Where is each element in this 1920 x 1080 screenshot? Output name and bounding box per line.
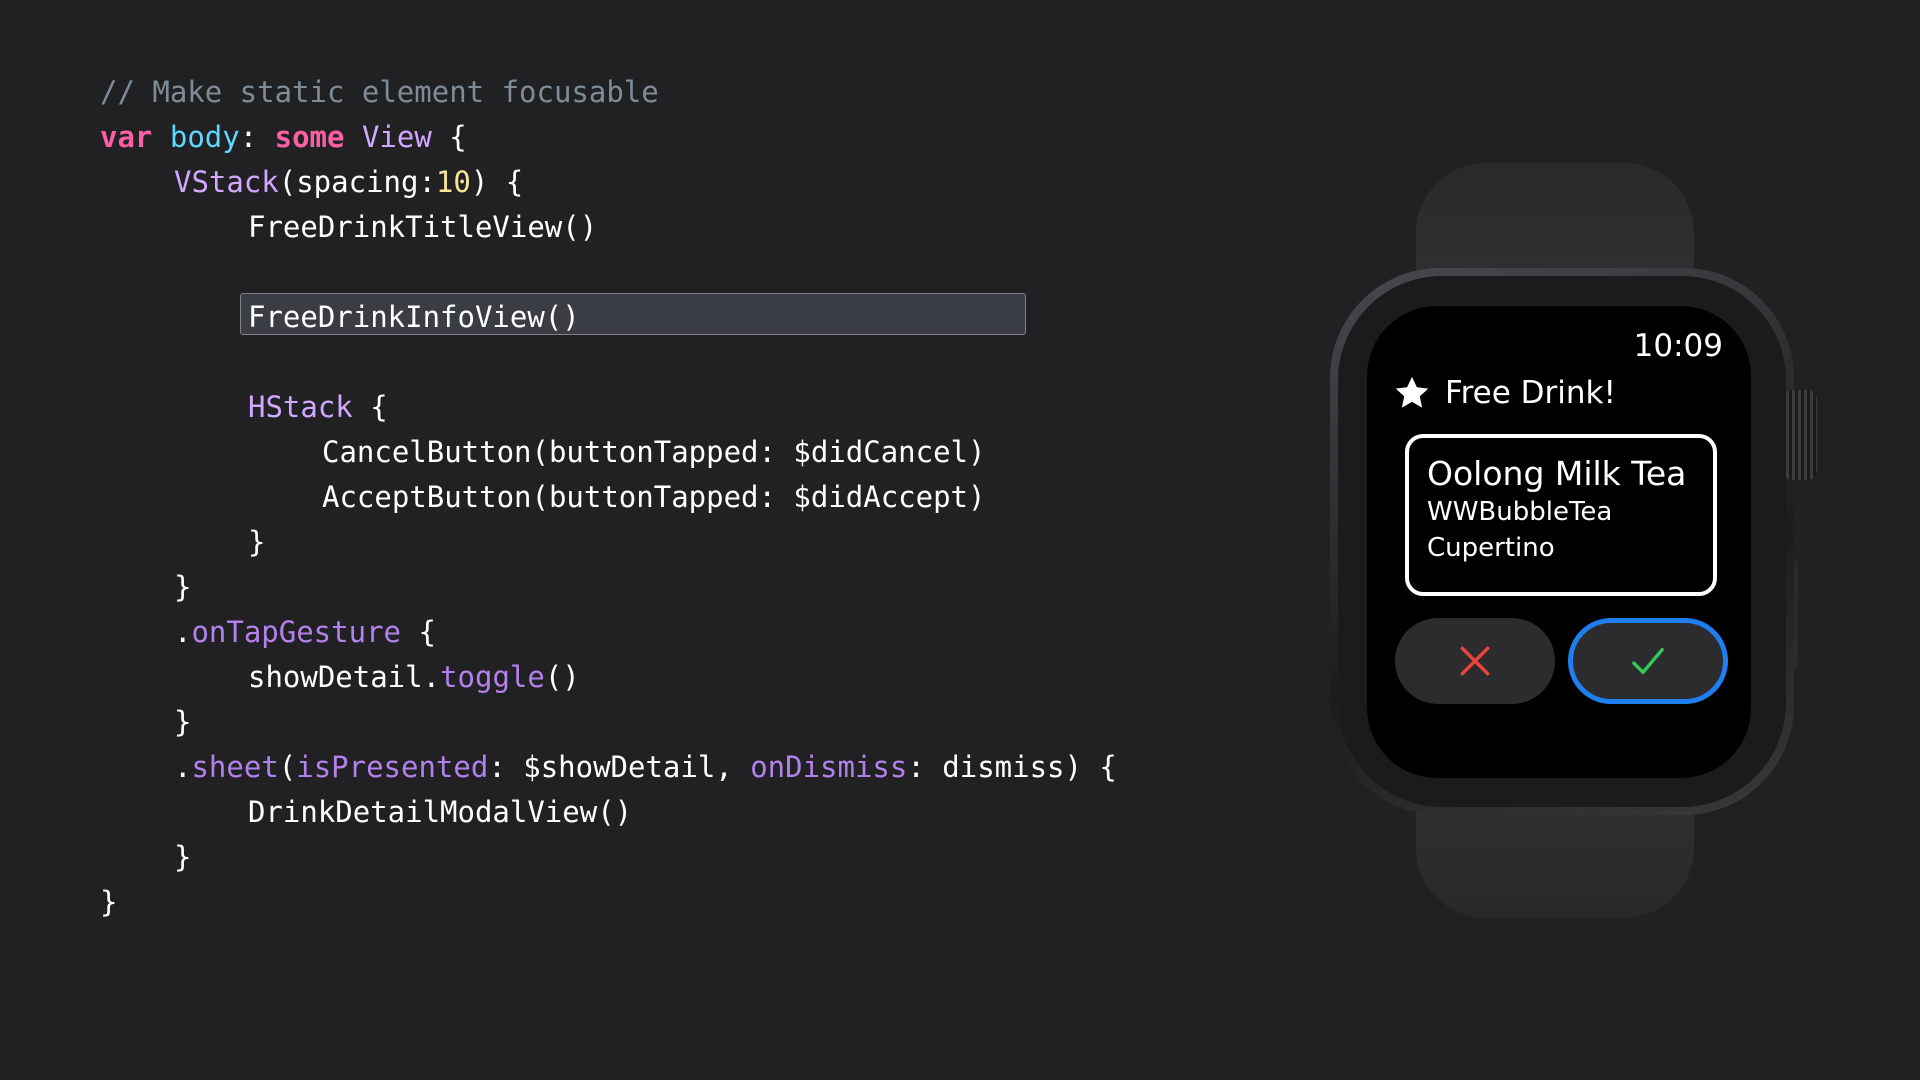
code-line-14: .sheet(isPresented: $showDetail, onDismi… — [100, 745, 1117, 790]
digital-crown — [1783, 390, 1817, 480]
code-punct: : — [239, 120, 275, 154]
code-text: } — [174, 705, 192, 739]
code-line-10: } — [100, 565, 1117, 610]
method-toggle: toggle — [440, 660, 545, 694]
code-line-4: FreeDrinkTitleView() — [100, 205, 1117, 250]
code-punct: . — [174, 750, 192, 784]
type-view: View — [361, 120, 432, 154]
code-line-2: var body: some View { — [100, 115, 1117, 160]
drink-name: Oolong Milk Tea — [1427, 454, 1687, 493]
code-text: AcceptButton(buttonTapped: $didAccept) — [322, 480, 986, 514]
city-name: Cupertino — [1427, 533, 1555, 563]
title-label: Free Drink! — [1445, 375, 1616, 411]
cancel-button[interactable] — [1395, 618, 1555, 704]
code-line-17: } — [100, 880, 1117, 925]
type-vstack: VStack — [174, 165, 279, 199]
code-text: } — [174, 570, 192, 604]
method-ontapgesture: onTapGesture — [191, 615, 401, 649]
param-ispresented: isPresented — [296, 750, 489, 784]
number-literal: 10 — [435, 165, 471, 199]
checkmark-icon — [1632, 647, 1664, 675]
watch-side-button — [1790, 560, 1798, 670]
drink-info-card[interactable]: Oolong Milk Tea WWBubbleTea Cupertino — [1405, 434, 1717, 596]
free-drink-title: Free Drink! — [1393, 374, 1616, 412]
code-line-11: .onTapGesture { — [100, 610, 1117, 655]
code-line-16: } — [100, 835, 1117, 880]
code-line-7: CancelButton(buttonTapped: $didCancel) — [100, 430, 1117, 475]
code-punct: ) { — [470, 165, 524, 199]
code-text: } — [174, 840, 192, 874]
code-text: : dismiss) { — [907, 750, 1117, 784]
code-punct: ( — [278, 750, 297, 784]
method-sheet: sheet — [191, 750, 279, 784]
type-hstack: HStack — [248, 390, 353, 424]
code-comment: // Make static element focusable — [100, 75, 659, 109]
code-punct: () — [544, 660, 580, 694]
code-punct: { — [352, 390, 388, 424]
watch-screen: 10:09 Free Drink! Oolong Milk Tea WWBubb… — [1367, 306, 1751, 778]
watch-time: 10:09 — [1633, 328, 1723, 364]
shop-name: WWBubbleTea — [1427, 497, 1613, 527]
x-icon — [1460, 646, 1490, 676]
keyword-var: var — [100, 120, 153, 154]
code-text: CancelButton(buttonTapped: $didCancel) — [322, 435, 986, 469]
code-line-3: VStack(spacing:10) { — [100, 160, 1117, 205]
identifier-body: body — [169, 120, 240, 154]
code-text: FreeDrinkTitleView() — [248, 210, 598, 244]
code-text: } — [100, 885, 118, 919]
code-text: showDetail. — [248, 660, 441, 694]
code-punct: . — [174, 615, 192, 649]
code-line-9: } — [100, 520, 1117, 565]
watch-band-top — [1416, 163, 1694, 303]
watch-band-bottom — [1416, 780, 1694, 918]
code-line-6: HStack { — [100, 385, 1117, 430]
accept-button[interactable] — [1568, 618, 1728, 704]
code-line-12: showDetail.toggle() — [100, 655, 1117, 700]
code-text: : $showDetail, — [488, 750, 751, 784]
code-text: FreeDrinkInfoView() — [248, 300, 580, 334]
watch-case — [1330, 268, 1794, 815]
code-punct: { — [431, 120, 467, 154]
param-ondismiss: onDismiss — [750, 750, 908, 784]
code-line-1: // Make static element focusable — [100, 70, 1117, 115]
code-text: } — [248, 525, 266, 559]
code-line-8: AcceptButton(buttonTapped: $didAccept) — [100, 475, 1117, 520]
code-editor: // Make static element focusable var bod… — [100, 70, 1117, 925]
star-icon — [1395, 376, 1429, 408]
code-text: DrinkDetailModalView() — [248, 795, 633, 829]
code-line-5-highlighted[interactable]: FreeDrinkInfoView() — [100, 293, 1117, 340]
code-line-13: } — [100, 700, 1117, 745]
keyword-some: some — [274, 120, 345, 154]
code-punct: { — [400, 615, 436, 649]
code-line-15: DrinkDetailModalView() — [100, 790, 1117, 835]
code-punct: (spacing: — [278, 165, 436, 199]
watch-bezel — [1338, 276, 1786, 807]
